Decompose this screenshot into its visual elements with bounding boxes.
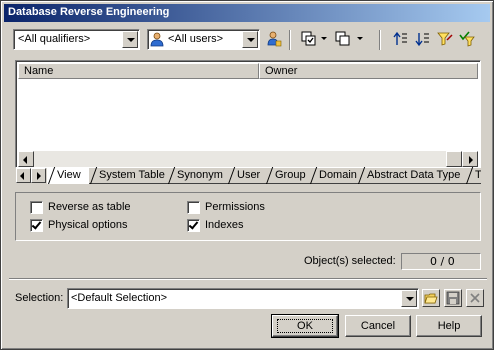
help-button-label: Help: [437, 320, 461, 332]
tab-system-table[interactable]: System Table: [89, 167, 167, 184]
chevron-down-icon: [127, 38, 135, 42]
arrow-right-icon: [469, 156, 473, 164]
cancel-button-label: Cancel: [360, 320, 396, 332]
options-group: [15, 192, 481, 241]
tab-label: Domain: [319, 169, 357, 181]
dialog-window: Database Reverse Engineering <All qualif…: [0, 0, 494, 350]
toolbar-separator: [379, 30, 381, 50]
scroll-left-button[interactable]: [18, 151, 34, 167]
selection-combo[interactable]: <Default Selection>: [67, 288, 419, 309]
reverse-as-table-checkbox[interactable]: [30, 201, 43, 214]
move-up-icon[interactable]: [393, 31, 409, 47]
title-bar[interactable]: Database Reverse Engineering: [4, 4, 490, 22]
tab-label: View: [57, 169, 81, 181]
window-title: Database Reverse Engineering: [8, 6, 170, 18]
tab-abstract-data-type[interactable]: Abstract Data Type: [357, 167, 465, 184]
tab-scroll-left-button[interactable]: [16, 168, 31, 183]
user-combo[interactable]: <All users>: [147, 29, 260, 50]
selection-value: <Default Selection>: [71, 292, 168, 304]
object-list[interactable]: Name Owner: [15, 60, 481, 168]
help-button[interactable]: Help: [416, 315, 482, 337]
open-folder-icon: [424, 293, 438, 304]
tab-view[interactable]: View: [47, 167, 89, 184]
column-header-name[interactable]: Name: [18, 63, 259, 79]
qualifier-combo[interactable]: <All qualifiers>: [13, 29, 140, 50]
objects-selected-count: 0 / 0: [401, 253, 481, 270]
move-down-icon[interactable]: [415, 31, 431, 47]
tab-label: T: [475, 169, 481, 181]
cancel-button[interactable]: Cancel: [345, 315, 411, 337]
delete-selection-button[interactable]: [466, 289, 484, 307]
indexes-label[interactable]: Indexes: [205, 219, 244, 231]
tab-synonym[interactable]: Synonym: [167, 167, 227, 184]
tab-scroll-right-button[interactable]: [31, 168, 46, 183]
tab-label: Group: [275, 169, 306, 181]
object-type-tabs: View System Table Synonym User Group Dom…: [15, 167, 481, 185]
selection-label: Selection:: [15, 292, 64, 304]
objects-selected-value: 0 / 0: [430, 255, 455, 268]
tab-label: System Table: [99, 169, 165, 181]
physical-options-label[interactable]: Physical options: [48, 219, 128, 231]
select-user-icon[interactable]: [266, 31, 282, 47]
divider: [9, 278, 487, 280]
scroll-right-button[interactable]: [462, 151, 478, 167]
tab-domain[interactable]: Domain: [309, 167, 357, 184]
arrow-left-icon: [23, 156, 27, 164]
save-selection-button[interactable]: [444, 289, 462, 307]
scroll-thumb[interactable]: [446, 151, 462, 167]
toolbar-separator: [289, 30, 291, 50]
selection-dropdown-button[interactable]: [401, 290, 417, 307]
qualifier-value: <All qualifiers>: [18, 33, 91, 45]
filter-icon[interactable]: [437, 31, 453, 47]
chevron-down-icon[interactable]: [321, 37, 327, 40]
objects-selected-label: Object(s) selected:: [304, 255, 396, 267]
save-disk-icon: [446, 291, 460, 305]
horizontal-scrollbar[interactable]: [18, 151, 478, 167]
check-filter-icon[interactable]: [459, 31, 475, 47]
tab-user[interactable]: User: [227, 167, 265, 184]
tab-group[interactable]: Group: [265, 167, 309, 184]
chevron-down-icon[interactable]: [357, 37, 363, 40]
user-dropdown-button[interactable]: [242, 31, 258, 48]
tab-label: Synonym: [177, 169, 223, 181]
ok-button-label: OK: [297, 320, 313, 332]
select-all-icon[interactable]: [301, 31, 317, 47]
tab-label: Abstract Data Type: [367, 169, 461, 181]
close-icon: [470, 293, 480, 303]
user-icon: [150, 32, 164, 47]
tab-label: User: [237, 169, 261, 181]
reverse-as-table-label[interactable]: Reverse as table: [48, 201, 131, 213]
open-selection-button[interactable]: [422, 289, 440, 307]
deselect-all-icon[interactable]: [335, 31, 351, 47]
tab-truncated[interactable]: T: [465, 167, 481, 184]
chevron-down-icon: [247, 38, 255, 42]
physical-options-checkbox[interactable]: [30, 219, 43, 232]
chevron-down-icon: [406, 297, 414, 301]
column-header-owner[interactable]: Owner: [259, 63, 478, 79]
user-value: <All users>: [168, 33, 224, 45]
permissions-label[interactable]: Permissions: [205, 201, 265, 213]
indexes-checkbox[interactable]: [187, 219, 200, 232]
ok-button[interactable]: OK: [271, 314, 339, 338]
arrow-right-icon: [37, 172, 41, 180]
arrow-left-icon: [20, 172, 24, 180]
qualifier-dropdown-button[interactable]: [122, 31, 138, 48]
column-owner-label: Owner: [265, 65, 298, 77]
column-name-label: Name: [24, 65, 54, 77]
permissions-checkbox[interactable]: [187, 201, 200, 214]
